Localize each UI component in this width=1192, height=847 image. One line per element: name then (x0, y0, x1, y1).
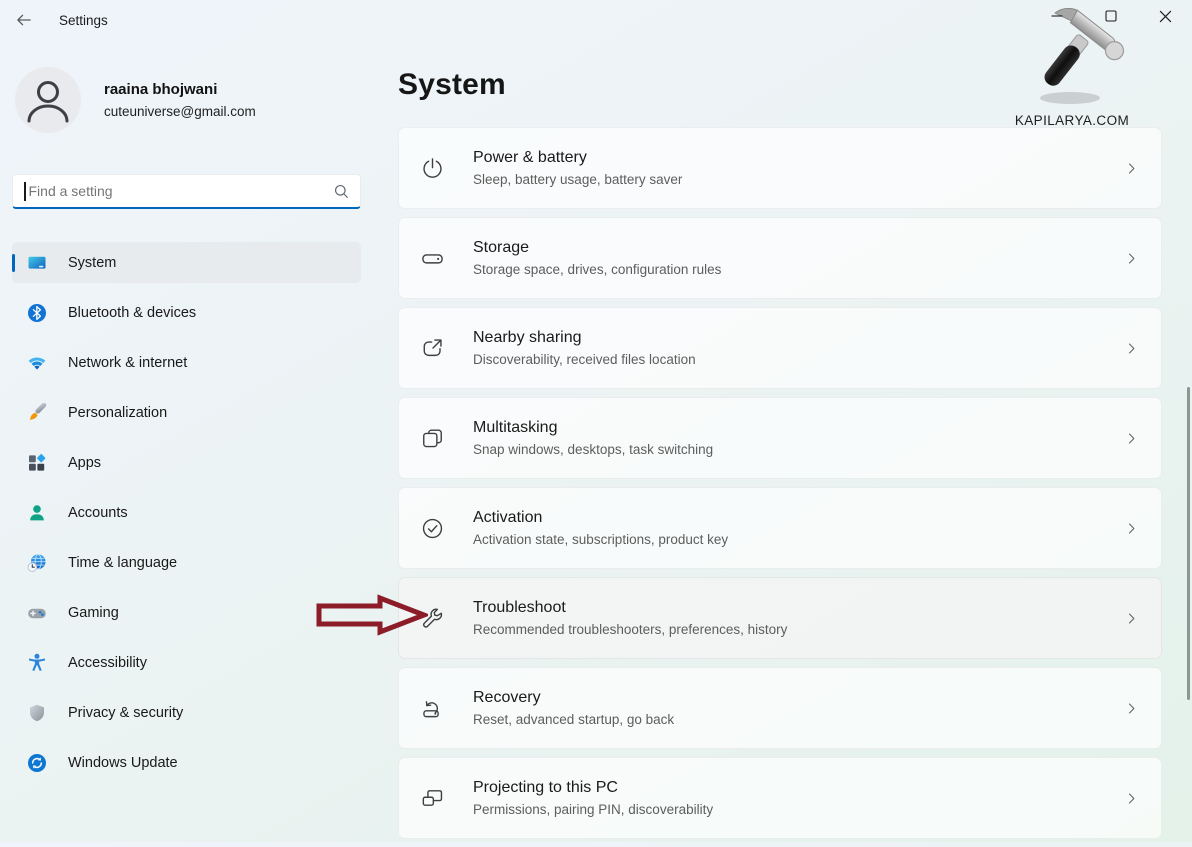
search-box (12, 174, 361, 209)
recovery-icon (420, 696, 445, 721)
troubleshoot-icon (420, 606, 445, 631)
maximize-button[interactable] (1084, 0, 1138, 32)
sidebar-nav: System Bluetooth & devices Network & int… (12, 242, 361, 792)
time-language-icon (27, 553, 47, 573)
chevron-right-icon (1124, 431, 1139, 446)
person-avatar-icon (15, 67, 81, 133)
chevron-right-icon (1124, 341, 1139, 356)
settings-card-storage[interactable]: Storage Storage space, drives, configura… (398, 217, 1162, 299)
app-title: Settings (59, 13, 108, 28)
sidebar-item-accessibility[interactable]: Accessibility (12, 642, 361, 683)
account-email: cuteuniverse@gmail.com (104, 104, 256, 119)
sidebar-item-apps[interactable]: Apps (12, 442, 361, 483)
bluetooth-icon (27, 303, 47, 323)
power-battery-icon (420, 156, 445, 181)
back-button[interactable] (14, 10, 34, 30)
back-arrow-icon (15, 11, 33, 29)
personalization-icon (27, 403, 47, 423)
search-input[interactable] (29, 183, 334, 199)
settings-card-troubleshoot[interactable]: Troubleshoot Recommended troubleshooters… (398, 577, 1162, 659)
minimize-icon (1051, 10, 1063, 22)
page-title: System (398, 68, 506, 102)
settings-card-list: Power & battery Sleep, battery usage, ba… (398, 127, 1162, 847)
settings-card-power-battery[interactable]: Power & battery Sleep, battery usage, ba… (398, 127, 1162, 209)
multitasking-icon (420, 426, 445, 451)
nearby-icon (420, 336, 445, 361)
accounts-icon (27, 503, 47, 523)
settings-card-multitasking[interactable]: Multitasking Snap windows, desktops, tas… (398, 397, 1162, 479)
activation-icon (420, 516, 445, 541)
sidebar-item-personalization[interactable]: Personalization (12, 392, 361, 433)
vertical-scrollbar-thumb[interactable] (1187, 387, 1190, 700)
window-controls (1030, 0, 1192, 32)
chevron-right-icon (1124, 791, 1139, 806)
sidebar-item-privacy[interactable]: Privacy & security (12, 692, 361, 733)
maximize-icon (1105, 10, 1117, 22)
privacy-icon (27, 703, 47, 723)
chevron-right-icon (1124, 701, 1139, 716)
settings-card-projecting[interactable]: Projecting to this PC Permissions, pairi… (398, 757, 1162, 839)
network-icon (27, 353, 47, 373)
sidebar-item-windows-update[interactable]: Windows Update (12, 742, 361, 783)
storage-icon (420, 246, 445, 271)
sidebar-item-system[interactable]: System (12, 242, 361, 283)
search-icon (333, 183, 350, 200)
watermark-text: KAPILARYA.COM (1002, 113, 1142, 128)
settings-card-nearby[interactable]: Nearby sharing Discoverability, received… (398, 307, 1162, 389)
settings-card-recovery[interactable]: Recovery Reset, advanced startup, go bac… (398, 667, 1162, 749)
sidebar-item-accounts[interactable]: Accounts (12, 492, 361, 533)
account-header: raaina bhojwani cuteuniverse@gmail.com (15, 67, 256, 133)
chevron-right-icon (1124, 521, 1139, 536)
sidebar-item-time-language[interactable]: Time & language (12, 542, 361, 583)
titlebar: Settings (14, 10, 108, 30)
sidebar-item-gaming[interactable]: Gaming (12, 592, 361, 633)
close-button[interactable] (1138, 0, 1192, 32)
sidebar-item-network[interactable]: Network & internet (12, 342, 361, 383)
text-cursor (24, 182, 26, 201)
gaming-icon (27, 603, 47, 623)
avatar (15, 67, 81, 133)
minimize-button[interactable] (1030, 0, 1084, 32)
account-name: raaina bhojwani (104, 81, 256, 98)
chevron-right-icon (1124, 251, 1139, 266)
settings-card-activation[interactable]: Activation Activation state, subscriptio… (398, 487, 1162, 569)
selected-indicator (12, 254, 15, 272)
apps-icon (27, 453, 47, 473)
chevron-right-icon (1124, 161, 1139, 176)
close-icon (1159, 10, 1172, 23)
projecting-icon (420, 786, 445, 811)
windows-update-icon (27, 753, 47, 773)
system-icon (27, 253, 47, 273)
chevron-right-icon (1124, 611, 1139, 626)
sidebar-item-bluetooth[interactable]: Bluetooth & devices (12, 292, 361, 333)
accessibility-icon (27, 653, 47, 673)
